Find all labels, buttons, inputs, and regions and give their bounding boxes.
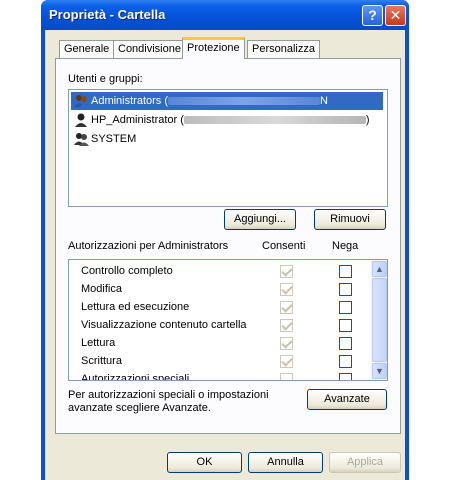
user-suffix: N xyxy=(320,95,328,107)
deny-checkbox[interactable] xyxy=(339,265,352,278)
advanced-note: Per autorizzazioni speciali o impostazio… xyxy=(68,389,269,414)
permission-name: Modifica xyxy=(81,283,122,295)
user-group-icon xyxy=(74,133,89,146)
permissions-scrollbar[interactable]: ▲ ▼ xyxy=(371,260,387,380)
dialog-client-area: Generale Condivisione Protezione Persona… xyxy=(45,30,405,480)
add-button[interactable]: Aggiungi... xyxy=(224,209,296,230)
scroll-up-button[interactable]: ▲ xyxy=(372,261,387,277)
help-button[interactable]: ? xyxy=(362,5,383,26)
users-groups-label: Utenti e gruppi: xyxy=(68,73,143,85)
user-name: HP_Administrator ( xyxy=(91,114,184,126)
allow-column-header: Consenti xyxy=(262,240,306,252)
permission-name: Scrittura xyxy=(81,355,122,367)
tab-protezione[interactable]: Protezione xyxy=(182,37,245,59)
apply-button: Applica xyxy=(329,452,401,473)
list-item-hp-administrator[interactable]: HP_Administrator () xyxy=(71,111,383,129)
allow-checkbox xyxy=(280,265,293,278)
deny-checkbox[interactable] xyxy=(339,283,352,296)
list-item-system[interactable]: SYSTEM xyxy=(71,130,383,148)
remove-button[interactable]: Rimuovi xyxy=(314,209,386,230)
redacted-id xyxy=(183,116,366,125)
allow-checkbox xyxy=(280,373,293,380)
scroll-thumb[interactable] xyxy=(372,278,387,362)
deny-checkbox[interactable] xyxy=(339,373,352,380)
user-group-icon xyxy=(74,95,89,108)
permission-name: Lettura ed esecuzione xyxy=(81,301,190,313)
tab-condivisione[interactable]: Condivisione xyxy=(113,40,186,58)
scroll-down-button[interactable]: ▼ xyxy=(372,363,387,379)
properties-window: Proprietà - Cartella ? ✕ Generale Condiv… xyxy=(41,0,409,480)
list-item-administrators[interactable]: Administrators ( N xyxy=(71,92,383,110)
permission-row: Autorizzazioni speciali xyxy=(69,370,369,381)
allow-checkbox xyxy=(280,301,293,314)
close-button[interactable]: ✕ xyxy=(385,5,406,26)
permissions-header: Autorizzazioni per Administrators xyxy=(68,240,229,252)
deny-checkbox[interactable] xyxy=(339,355,352,368)
redacted-id xyxy=(168,97,321,106)
permission-row: Scrittura xyxy=(69,352,369,370)
tab-personalizza[interactable]: Personalizza xyxy=(247,40,320,58)
deny-checkbox[interactable] xyxy=(339,301,352,314)
advanced-button[interactable]: Avanzate xyxy=(307,389,387,410)
ok-button[interactable]: OK xyxy=(167,452,242,473)
permission-row: Visualizzazione contenuto cartella xyxy=(69,316,369,334)
allow-checkbox xyxy=(280,337,293,350)
users-list[interactable]: Administrators ( N HP_Administrator () SY… xyxy=(68,89,388,207)
allow-checkbox xyxy=(280,283,293,296)
cancel-button[interactable]: Annulla xyxy=(248,452,323,473)
permissions-list[interactable]: Controllo completo Modifica Lettura ed e… xyxy=(68,259,388,381)
permission-row: Lettura ed esecuzione xyxy=(69,298,369,316)
permission-row: Controllo completo xyxy=(69,262,369,280)
permission-row: Lettura xyxy=(69,334,369,352)
deny-checkbox[interactable] xyxy=(339,319,352,332)
permission-name: Lettura xyxy=(81,337,116,349)
allow-checkbox xyxy=(280,319,293,332)
tab-generale[interactable]: Generale xyxy=(59,40,115,58)
user-name: Administrators ( xyxy=(91,95,169,107)
permission-name: Visualizzazione contenuto cartella xyxy=(81,319,247,331)
window-title: Proprietà - Cartella xyxy=(49,7,166,22)
allow-checkbox xyxy=(280,355,293,368)
security-tab-panel: Utenti e gruppi: Administrators ( N HP_Ad… xyxy=(55,58,401,434)
user-name: SYSTEM xyxy=(91,133,137,145)
deny-column-header: Nega xyxy=(332,240,359,252)
permission-row: Modifica xyxy=(69,280,369,298)
title-bar[interactable]: Proprietà - Cartella ? ✕ xyxy=(41,0,409,30)
user-suffix: ) xyxy=(365,114,370,126)
user-icon xyxy=(75,113,87,127)
permission-name: Autorizzazioni speciali xyxy=(81,373,190,381)
deny-checkbox[interactable] xyxy=(339,337,352,350)
permission-name: Controllo completo xyxy=(81,265,173,277)
